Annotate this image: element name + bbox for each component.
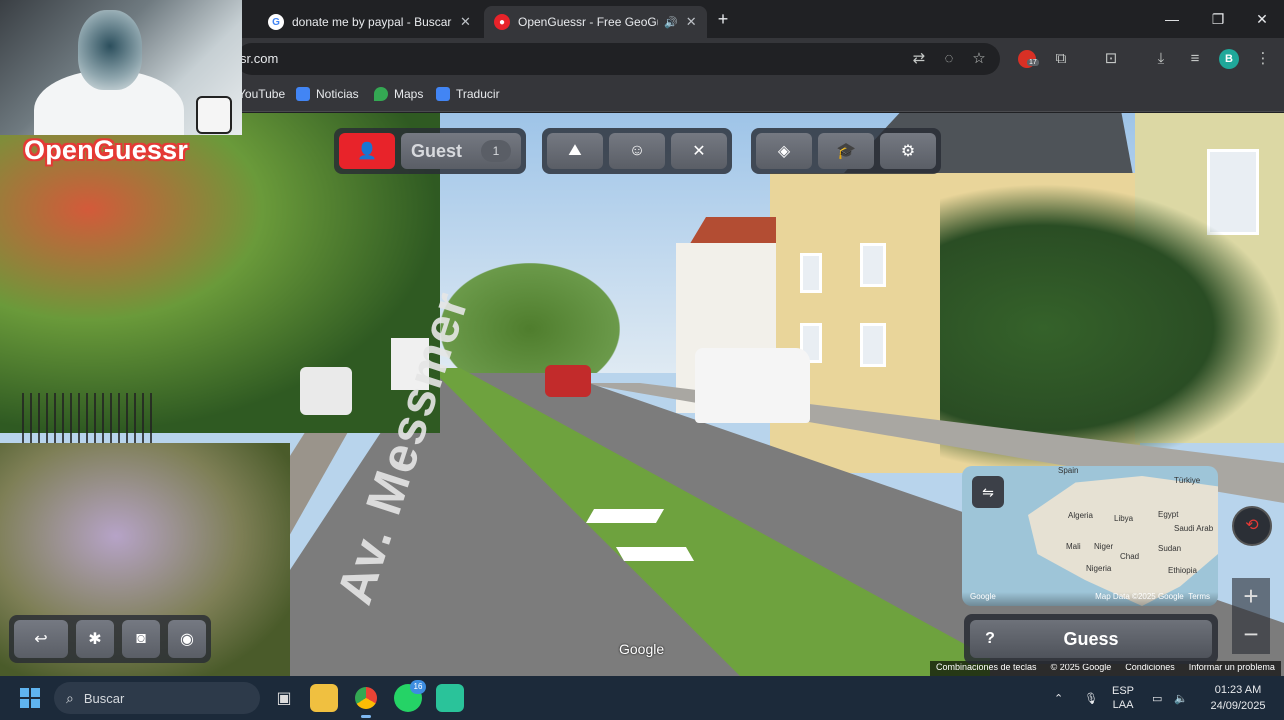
map-layers-button[interactable]: ◈: [756, 133, 812, 169]
whatsapp-icon[interactable]: 16: [394, 680, 426, 712]
maximize-button[interactable]: ❐: [1198, 6, 1238, 32]
guess-panel: ? Guess: [964, 614, 1218, 664]
search-icon: ⌕: [66, 689, 74, 706]
graduation-cap-icon: 🎓: [836, 143, 856, 160]
extensions-icon[interactable]: ⧉: [1050, 48, 1072, 70]
task-view-icon[interactable]: ▣: [270, 684, 298, 712]
close-window-button[interactable]: ✕: [1242, 6, 1282, 32]
nav-arrow-back[interactable]: [615, 547, 695, 561]
bottom-left-panel: ↩ ✱ ◙ ◉: [9, 615, 211, 663]
microphone-icon[interactable]: 🎙: [1084, 676, 1098, 720]
translate-icon: [436, 87, 450, 101]
reddit-icon: ◉: [180, 631, 194, 648]
layers-icon: ◈: [777, 143, 791, 160]
podium-icon: ⛰: [568, 142, 582, 159]
settings-button[interactable]: ⚙: [880, 133, 936, 169]
google-watermark: Google: [619, 641, 665, 657]
star-icon[interactable]: ☆: [968, 48, 990, 70]
multiplayer-button[interactable]: ☺: [609, 133, 665, 169]
chrome-icon[interactable]: [352, 684, 380, 718]
bookmark-noticias[interactable]: Noticias: [296, 87, 359, 101]
profile-avatar[interactable]: B: [1219, 49, 1239, 69]
zoom-in-button[interactable]: +: [1232, 578, 1270, 616]
maps-icon: [374, 87, 388, 101]
battle-button[interactable]: ✕: [671, 133, 727, 169]
zoom-out-button[interactable]: −: [1232, 616, 1270, 654]
leaderboard-button[interactable]: ⛰: [547, 133, 603, 169]
new-tab-button[interactable]: +: [712, 8, 734, 30]
guess-button[interactable]: ? Guess: [970, 620, 1212, 658]
extension-badge-icon[interactable]: 17: [1018, 50, 1039, 68]
bookmark-maps[interactable]: Maps: [374, 87, 423, 101]
user-add-icon: 👤: [357, 143, 377, 160]
guess-label: Guess: [1063, 628, 1119, 649]
undo-button[interactable]: ↩: [14, 620, 68, 658]
tray-overflow-icon[interactable]: ⌃: [1054, 676, 1063, 720]
windows-taskbar: ⌕ Buscar ▣ 16 ⌃ 🎙 ESP LAA ▭ 🔈 01:23 AM 2…: [0, 676, 1284, 720]
openguessr-logo[interactable]: OpenGuessr: [24, 135, 188, 166]
openguessr-icon: ●: [494, 14, 510, 30]
download-icon[interactable]: ⤓: [1150, 48, 1172, 70]
settings-panel: ◈ 🎓 ⚙: [751, 128, 941, 174]
tab-title: OpenGuessr - Free GeoGue: [518, 15, 658, 29]
discord-icon: ◙: [136, 630, 146, 647]
gear-icon: ⚙: [900, 143, 916, 160]
nav-arrow-forward[interactable]: [585, 509, 665, 523]
app-icon[interactable]: [436, 684, 464, 712]
tab-title: donate me by paypal - Buscar c: [292, 15, 452, 29]
discord-button[interactable]: ◙: [122, 620, 160, 658]
webcam-overlay: [0, 0, 242, 135]
player-count: 1: [481, 140, 511, 162]
player-name-field[interactable]: Guest 1: [401, 133, 521, 169]
screenshot-icon[interactable]: ⊡: [1100, 48, 1122, 70]
help-icon[interactable]: ?: [970, 630, 1010, 648]
screen: G donate me by paypal - Buscar c ✕ ● Ope…: [0, 0, 1284, 720]
minimap[interactable]: Spain Türkiye Algeria Libya Egypt Saudi …: [962, 466, 1218, 606]
taskbar-search[interactable]: ⌕ Buscar: [54, 682, 260, 714]
menu-icon[interactable]: ⋮: [1252, 48, 1274, 70]
users-icon: ☺: [628, 142, 646, 159]
network-icon[interactable]: ▭: [1152, 676, 1162, 720]
windows-start-icon[interactable]: [20, 688, 40, 708]
language-indicator[interactable]: ESP LAA: [1112, 676, 1134, 720]
map-attribution: Google Map Data ©2025 Google Terms: [962, 592, 1218, 606]
eye-off-icon[interactable]: ◌: [938, 48, 960, 70]
close-icon[interactable]: ✕: [686, 14, 697, 30]
return-icon: ↩: [34, 631, 48, 648]
sliders-icon: ⇋: [982, 484, 994, 500]
report-bug-button[interactable]: ✱: [76, 620, 114, 658]
media-icon[interactable]: ≡: [1184, 48, 1206, 70]
bookmark-youtube[interactable]: YouTube: [238, 87, 285, 101]
map-terms-link[interactable]: Terms: [1188, 592, 1210, 601]
close-icon[interactable]: ✕: [460, 14, 471, 30]
car: [545, 365, 591, 397]
reddit-button[interactable]: ◉: [168, 620, 206, 658]
compass-icon[interactable]: ⟲: [1232, 506, 1272, 546]
tab-openguessr[interactable]: ● OpenGuessr - Free GeoGue 🔊 ✕: [484, 6, 707, 38]
speaker-icon[interactable]: 🔊: [664, 16, 678, 29]
clock[interactable]: 01:23 AM 24/09/2025: [1198, 682, 1278, 714]
news-icon: [296, 87, 310, 101]
swords-icon: ✕: [692, 143, 706, 160]
translate-icon[interactable]: ⇄: [908, 48, 930, 70]
mode-panel: ⛰ ☺ ✕: [542, 128, 732, 174]
account-button[interactable]: 👤: [339, 133, 395, 169]
whatsapp-badge: 16: [410, 680, 426, 694]
file-explorer-icon[interactable]: [310, 684, 338, 712]
google-icon: G: [268, 14, 284, 30]
tab-google-search[interactable]: G donate me by paypal - Buscar c ✕: [258, 6, 481, 38]
volume-icon[interactable]: 🔈: [1174, 676, 1188, 720]
player-panel: 👤 Guest 1: [334, 128, 526, 174]
bookmark-traducir[interactable]: Traducir: [436, 87, 500, 101]
minimize-button[interactable]: —: [1152, 6, 1192, 32]
minimap-settings-button[interactable]: ⇋: [972, 476, 1004, 508]
address-bar[interactable]: sr.com: [236, 43, 1000, 75]
car: [300, 367, 352, 415]
learn-button[interactable]: 🎓: [818, 133, 874, 169]
bug-icon: ✱: [88, 631, 102, 648]
van: [695, 348, 810, 423]
map-land: [1028, 476, 1218, 606]
